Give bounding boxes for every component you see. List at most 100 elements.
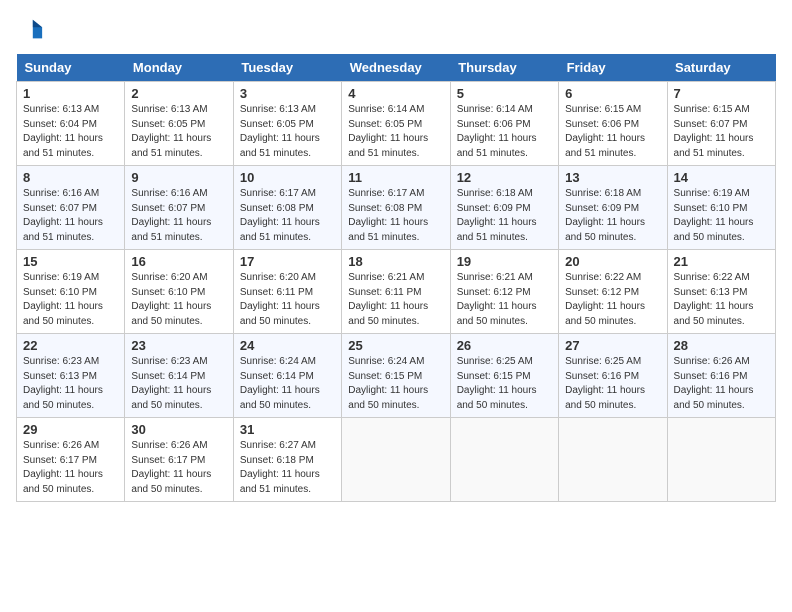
calendar-cell: 10 Sunrise: 6:17 AM Sunset: 6:08 PM Dayli… — [233, 166, 341, 250]
day-info: Sunrise: 6:19 AM Sunset: 6:10 PM Dayligh… — [674, 187, 769, 245]
calendar-cell: 31 Sunrise: 6:27 AM Sunset: 6:18 PM Dayli… — [233, 418, 341, 502]
day-info: Sunrise: 6:22 AM Sunset: 6:13 PM Dayligh… — [674, 271, 769, 329]
day-info: Sunrise: 6:25 AM Sunset: 6:16 PM Dayligh… — [565, 355, 660, 413]
calendar-cell: 5 Sunrise: 6:14 AM Sunset: 6:06 PM Daylig… — [450, 82, 558, 166]
calendar-cell: 6 Sunrise: 6:15 AM Sunset: 6:06 PM Daylig… — [559, 82, 667, 166]
day-number: 2 — [131, 86, 226, 101]
day-number: 17 — [240, 254, 335, 269]
day-number: 19 — [457, 254, 552, 269]
calendar-cell: 30Sunrise: 6:26 AM Sunset: 6:17 PM Dayli… — [125, 418, 233, 502]
day-info: Sunrise: 6:15 AM Sunset: 6:07 PM Dayligh… — [674, 103, 769, 161]
day-info: Sunrise: 6:16 AM Sunset: 6:07 PM Dayligh… — [23, 187, 118, 245]
day-info: Sunrise: 6:26 AM Sunset: 6:16 PM Dayligh… — [674, 355, 769, 413]
day-number: 13 — [565, 170, 660, 185]
day-number: 7 — [674, 86, 769, 101]
day-info: Sunrise: 6:17 AM Sunset: 6:08 PM Dayligh… — [348, 187, 443, 245]
day-number: 28 — [674, 338, 769, 353]
day-number: 25 — [348, 338, 443, 353]
calendar-cell: 14 Sunrise: 6:19 AM Sunset: 6:10 PM Dayli… — [667, 166, 775, 250]
calendar-cell: 17 Sunrise: 6:20 AM Sunset: 6:11 PM Dayli… — [233, 250, 341, 334]
day-number: 27 — [565, 338, 660, 353]
day-number: 14 — [674, 170, 769, 185]
calendar-cell: 4 Sunrise: 6:14 AM Sunset: 6:05 PM Daylig… — [342, 82, 450, 166]
day-number: 15 — [23, 254, 118, 269]
calendar-cell — [342, 418, 450, 502]
col-header-tuesday: Tuesday — [233, 54, 341, 82]
week-row-3: 15 Sunrise: 6:19 AM Sunset: 6:10 PM Dayli… — [17, 250, 776, 334]
calendar-cell: 27 Sunrise: 6:25 AM Sunset: 6:16 PM Dayli… — [559, 334, 667, 418]
calendar-cell: 29 Sunrise: 6:26 AM Sunset: 6:17 PM Dayli… — [17, 418, 125, 502]
day-number: 22 — [23, 338, 118, 353]
day-number: 1 — [23, 86, 118, 101]
day-number: 8 — [23, 170, 118, 185]
col-header-thursday: Thursday — [450, 54, 558, 82]
day-info: Sunrise: 6:13 AM Sunset: 6:04 PM Dayligh… — [23, 103, 118, 161]
day-info: Sunrise: 6:25 AM Sunset: 6:15 PM Dayligh… — [457, 355, 552, 413]
calendar-cell: 7 Sunrise: 6:15 AM Sunset: 6:07 PM Daylig… — [667, 82, 775, 166]
day-info: Sunrise: 6:20 AM Sunset: 6:10 PM Dayligh… — [131, 271, 226, 329]
logo — [16, 16, 48, 44]
calendar-cell — [559, 418, 667, 502]
day-number: 16 — [131, 254, 226, 269]
day-info: Sunrise: 6:14 AM Sunset: 6:06 PM Dayligh… — [457, 103, 552, 161]
day-info: Sunrise: 6:21 AM Sunset: 6:11 PM Dayligh… — [348, 271, 443, 329]
calendar-cell — [450, 418, 558, 502]
day-number: 5 — [457, 86, 552, 101]
day-number: 24 — [240, 338, 335, 353]
calendar-cell: 9 Sunrise: 6:16 AM Sunset: 6:07 PM Daylig… — [125, 166, 233, 250]
day-number: 26 — [457, 338, 552, 353]
calendar-cell: 1 Sunrise: 6:13 AM Sunset: 6:04 PM Daylig… — [17, 82, 125, 166]
calendar-cell: 26 Sunrise: 6:25 AM Sunset: 6:15 PM Dayli… — [450, 334, 558, 418]
header — [16, 16, 776, 44]
day-number: 21 — [674, 254, 769, 269]
day-number: 9 — [131, 170, 226, 185]
calendar-cell: 15 Sunrise: 6:19 AM Sunset: 6:10 PM Dayli… — [17, 250, 125, 334]
day-info: Sunrise: 6:21 AM Sunset: 6:12 PM Dayligh… — [457, 271, 552, 329]
calendar-cell — [667, 418, 775, 502]
day-number: 3 — [240, 86, 335, 101]
day-info: Sunrise: 6:24 AM Sunset: 6:15 PM Dayligh… — [348, 355, 443, 413]
calendar-table: SundayMondayTuesdayWednesdayThursdayFrid… — [16, 54, 776, 502]
day-info: Sunrise: 6:20 AM Sunset: 6:11 PM Dayligh… — [240, 271, 335, 329]
day-number: 4 — [348, 86, 443, 101]
day-info: Sunrise: 6:26 AM Sunset: 6:17 PM Dayligh… — [23, 439, 118, 497]
day-number: 23 — [131, 338, 226, 353]
day-info: Sunrise: 6:19 AM Sunset: 6:10 PM Dayligh… — [23, 271, 118, 329]
calendar-cell: 16 Sunrise: 6:20 AM Sunset: 6:10 PM Dayli… — [125, 250, 233, 334]
day-number: 10 — [240, 170, 335, 185]
week-row-1: 1 Sunrise: 6:13 AM Sunset: 6:04 PM Daylig… — [17, 82, 776, 166]
col-header-friday: Friday — [559, 54, 667, 82]
day-info: Sunrise: 6:15 AM Sunset: 6:06 PM Dayligh… — [565, 103, 660, 161]
calendar-cell: 18 Sunrise: 6:21 AM Sunset: 6:11 PM Dayli… — [342, 250, 450, 334]
day-info: Sunrise: 6:17 AM Sunset: 6:08 PM Dayligh… — [240, 187, 335, 245]
day-info: Sunrise: 6:24 AM Sunset: 6:14 PM Dayligh… — [240, 355, 335, 413]
day-number: 18 — [348, 254, 443, 269]
calendar-cell: 20Sunrise: 6:22 AM Sunset: 6:12 PM Dayli… — [559, 250, 667, 334]
calendar-cell: 8 Sunrise: 6:16 AM Sunset: 6:07 PM Daylig… — [17, 166, 125, 250]
day-info: Sunrise: 6:27 AM Sunset: 6:18 PM Dayligh… — [240, 439, 335, 497]
calendar-cell: 2Sunrise: 6:13 AM Sunset: 6:05 PM Daylig… — [125, 82, 233, 166]
day-info: Sunrise: 6:16 AM Sunset: 6:07 PM Dayligh… — [131, 187, 226, 245]
calendar-cell: 13Sunrise: 6:18 AM Sunset: 6:09 PM Dayli… — [559, 166, 667, 250]
col-header-wednesday: Wednesday — [342, 54, 450, 82]
header-row: SundayMondayTuesdayWednesdayThursdayFrid… — [17, 54, 776, 82]
day-info: Sunrise: 6:13 AM Sunset: 6:05 PM Dayligh… — [240, 103, 335, 161]
day-info: Sunrise: 6:14 AM Sunset: 6:05 PM Dayligh… — [348, 103, 443, 161]
calendar-cell: 11 Sunrise: 6:17 AM Sunset: 6:08 PM Dayli… — [342, 166, 450, 250]
week-row-5: 29 Sunrise: 6:26 AM Sunset: 6:17 PM Dayli… — [17, 418, 776, 502]
calendar-cell: 23Sunrise: 6:23 AM Sunset: 6:14 PM Dayli… — [125, 334, 233, 418]
day-info: Sunrise: 6:22 AM Sunset: 6:12 PM Dayligh… — [565, 271, 660, 329]
logo-icon — [16, 16, 44, 44]
day-number: 29 — [23, 422, 118, 437]
col-header-monday: Monday — [125, 54, 233, 82]
day-number: 11 — [348, 170, 443, 185]
day-number: 31 — [240, 422, 335, 437]
calendar-cell: 22 Sunrise: 6:23 AM Sunset: 6:13 PM Dayli… — [17, 334, 125, 418]
day-number: 12 — [457, 170, 552, 185]
calendar-cell: 12Sunrise: 6:18 AM Sunset: 6:09 PM Dayli… — [450, 166, 558, 250]
calendar-cell: 21 Sunrise: 6:22 AM Sunset: 6:13 PM Dayli… — [667, 250, 775, 334]
day-number: 30 — [131, 422, 226, 437]
week-row-2: 8 Sunrise: 6:16 AM Sunset: 6:07 PM Daylig… — [17, 166, 776, 250]
day-info: Sunrise: 6:23 AM Sunset: 6:13 PM Dayligh… — [23, 355, 118, 413]
day-number: 6 — [565, 86, 660, 101]
